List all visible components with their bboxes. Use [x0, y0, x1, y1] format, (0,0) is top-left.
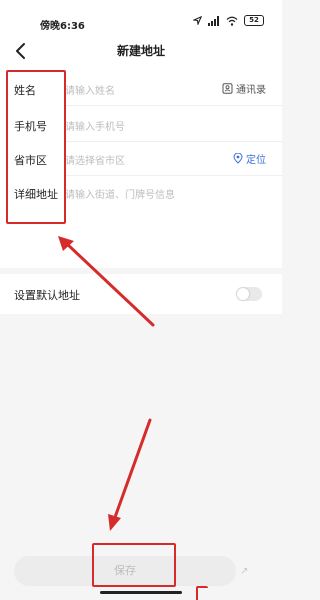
arrow-to-save-head [108, 514, 121, 531]
expand-arrow-icon[interactable]: ↗ [240, 566, 248, 577]
battery-icon: 52 [244, 15, 264, 26]
default-address-label: 设置默认地址 [14, 289, 80, 302]
contact-book-icon [222, 83, 233, 94]
location-pin-icon [233, 153, 243, 164]
status-icons: 52 [193, 15, 264, 26]
contacts-button[interactable]: 通讯录 [222, 81, 266, 96]
default-address-toggle[interactable] [236, 287, 262, 301]
signal-icon [208, 15, 219, 26]
annotation-save-box [92, 543, 176, 587]
arrow-to-save [112, 418, 152, 522]
annotation-corner-box [196, 586, 208, 600]
nav-bar: 新建地址 [0, 36, 282, 66]
address-input[interactable]: 请输入街道、门牌号信息 [65, 186, 175, 201]
contacts-label: 通讯录 [236, 85, 266, 96]
location-arrow-icon [193, 16, 202, 25]
wifi-icon [226, 16, 238, 26]
default-address-row: 设置默认地址 [0, 274, 282, 314]
name-input[interactable]: 请输入姓名 [65, 82, 115, 97]
status-time: 傍晚6:36 [40, 21, 85, 32]
page-title: 新建地址 [116, 44, 165, 58]
locate-button[interactable]: 定位 [233, 151, 266, 166]
annotation-labels-box [6, 70, 66, 224]
locate-label: 定位 [246, 155, 266, 166]
region-select[interactable]: 请选择省市区 [65, 152, 125, 167]
home-indicator [100, 591, 182, 594]
row-divider [65, 105, 282, 106]
status-bar: 傍晚6:36 52 [0, 0, 282, 36]
toggle-knob [237, 288, 249, 300]
phone-input[interactable]: 请输入手机号 [65, 118, 125, 133]
